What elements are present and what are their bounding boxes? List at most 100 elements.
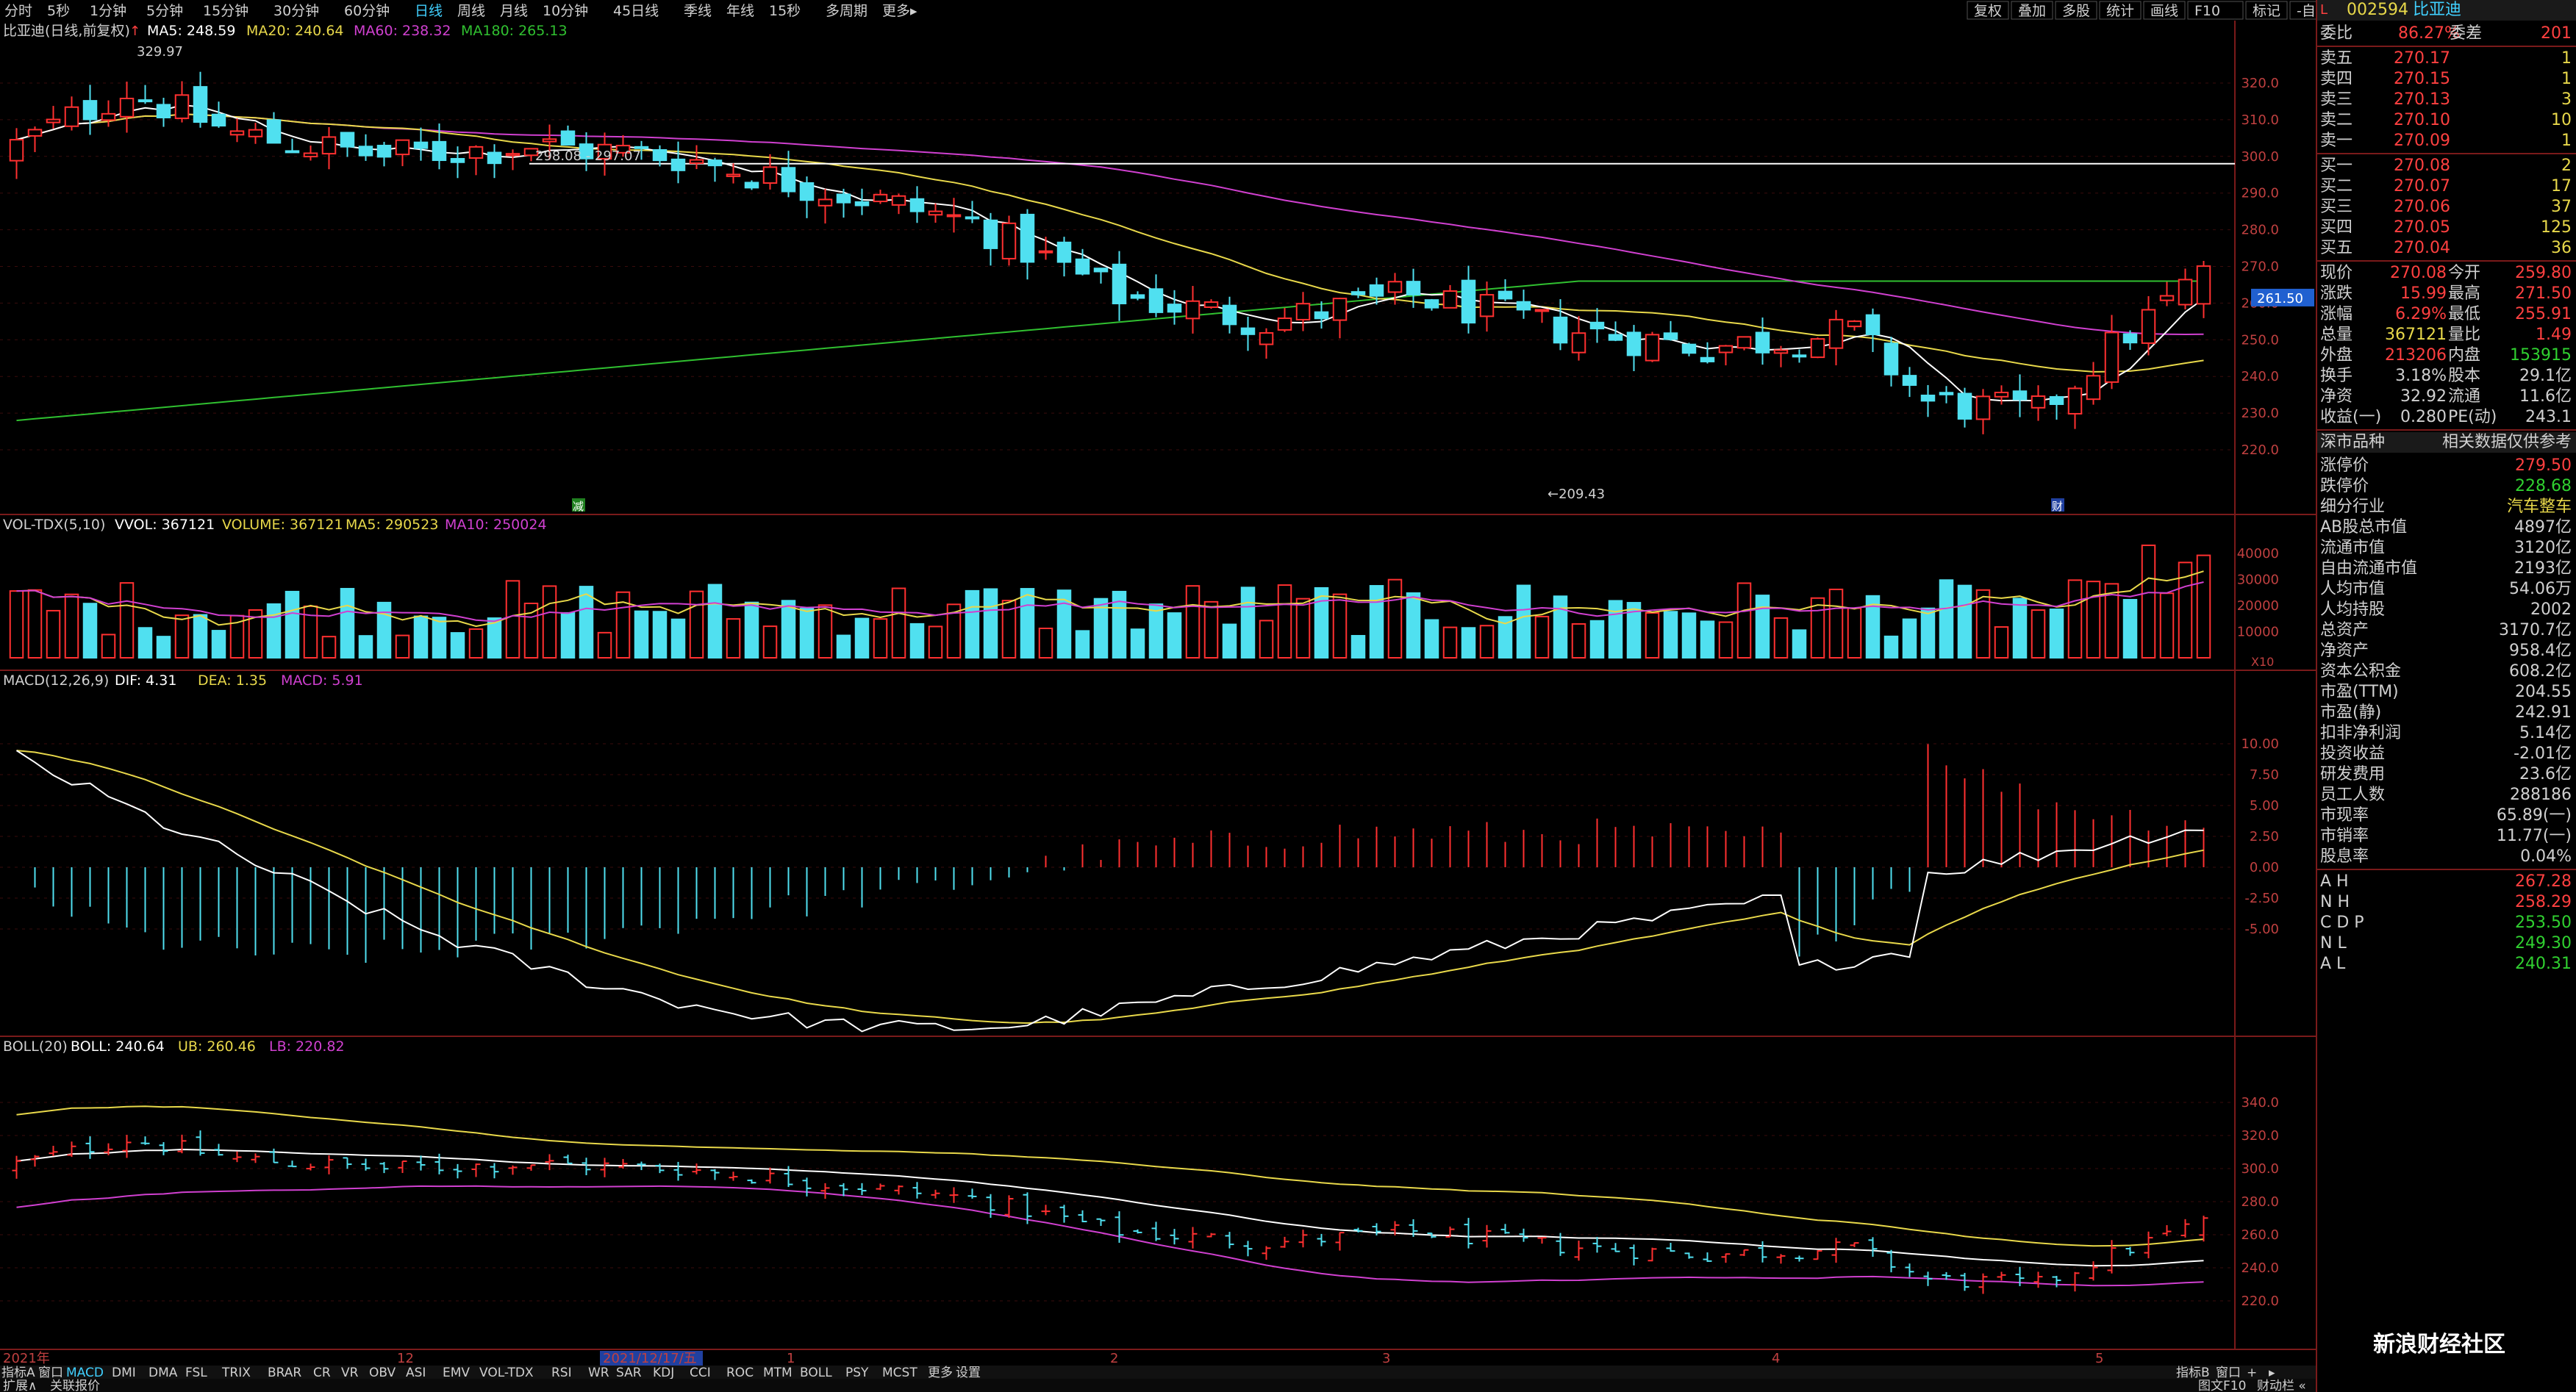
bottom-tab-13[interactable]: VOL-TDX <box>479 1366 534 1380</box>
related-value: 253.50 <box>2515 914 2572 932</box>
main-title: 比亚迪(日线,前复权) <box>3 23 130 39</box>
tool-btn-3[interactable]: 统计 <box>2106 3 2134 19</box>
bottom-tab-9[interactable]: VR <box>341 1366 359 1380</box>
volume-bar <box>1939 579 1954 659</box>
bid-volume: 17 <box>2551 177 2572 195</box>
candle-body <box>395 139 410 156</box>
tool-btn-5[interactable]: F10 <box>2194 3 2220 19</box>
status-left-0[interactable]: 扩展∧ <box>3 1379 37 1392</box>
quote-label: 收益(一) <box>2320 408 2382 426</box>
chart-svg[interactable]: 分时 5秒 1分钟 5分钟 15分钟 30分钟 60分钟 日线 周线 月线 10分钟 45日线 季线 年线… <box>0 0 2316 1392</box>
candle-body <box>1130 294 1145 299</box>
candle-body <box>1828 318 1844 349</box>
bottom-tab-20[interactable]: MTM <box>763 1366 793 1380</box>
tab-period-9[interactable]: 月线 <box>500 3 528 19</box>
bottom-tab-11[interactable]: ASI <box>406 1366 426 1380</box>
macd-axis-label: 7.50 <box>2250 767 2279 783</box>
volume-bar <box>1810 597 1825 659</box>
stat-label: 扣非净利润 <box>2320 724 2402 742</box>
volume-bar <box>358 635 373 659</box>
volume-bar <box>1148 603 1164 659</box>
macd-axis-label: 0.00 <box>2250 860 2279 875</box>
bottom-right-0[interactable]: 指标B <box>2176 1366 2210 1380</box>
wei-bi-row: 委比 86.27% 委差 201 <box>2317 24 2576 44</box>
candle-body <box>928 210 943 216</box>
bottom-tab-7[interactable]: BRAR <box>268 1366 301 1380</box>
tool-btn-0[interactable]: 复权 <box>1974 3 2002 19</box>
bottom-tab-25[interactable]: 设置 <box>956 1366 981 1380</box>
bottom-tab-15[interactable]: WR <box>588 1366 609 1380</box>
bottom-tab-21[interactable]: BOLL <box>800 1366 832 1380</box>
bottom-tab-16[interactable]: SAR <box>616 1366 642 1380</box>
volume-bar <box>909 623 925 659</box>
bottom-tab-19[interactable]: ROC <box>726 1366 754 1380</box>
tab-period-1[interactable]: 5秒 <box>47 3 70 19</box>
tab-period-12[interactable]: 季线 <box>684 3 712 19</box>
bottom-tab-14[interactable]: RSI <box>551 1366 572 1380</box>
quote-label-2: 流通 <box>2448 387 2481 406</box>
tool-btn-2[interactable]: 多股 <box>2062 3 2090 19</box>
bottom-tab-6[interactable]: TRIX <box>221 1366 251 1380</box>
tool-btn-4[interactable]: 画线 <box>2150 3 2178 19</box>
status-right-1[interactable]: 财动栏 « <box>2257 1379 2306 1392</box>
volume-bar <box>1718 621 1734 659</box>
tab-period-3[interactable]: 5分钟 <box>146 3 183 19</box>
tool-btn-7[interactable]: -自选 <box>2297 3 2316 19</box>
tab-period-14[interactable]: 15秒 <box>769 3 801 19</box>
tab-period-16[interactable]: 更多▸ <box>882 3 917 19</box>
related-label: N H <box>2320 893 2350 911</box>
bottom-tab-2[interactable]: MACD <box>66 1366 104 1380</box>
last-price-tag: 261.50 <box>2257 291 2303 306</box>
volume-bar <box>156 636 171 659</box>
volume-bar <box>1957 584 1972 659</box>
vol-axis-label: 10000 <box>2237 625 2279 640</box>
tab-period-7[interactable]: 日线 <box>415 3 443 19</box>
volume-bar <box>560 611 576 659</box>
bottom-right-3[interactable]: ▸ <box>2269 1366 2275 1380</box>
tab-period-0[interactable]: 分时 <box>4 3 32 19</box>
ask-volume: 1 <box>2561 132 2572 150</box>
status-right-0[interactable]: 图文F10 <box>2198 1379 2246 1392</box>
tab-period-4[interactable]: 15分钟 <box>203 3 248 19</box>
bottom-tab-12[interactable]: EMV <box>443 1366 470 1380</box>
tool-btn-6[interactable]: 标记 <box>2253 3 2280 19</box>
bottom-tab-8[interactable]: CR <box>313 1366 331 1380</box>
candle-body <box>1020 213 1035 263</box>
status-left-1[interactable]: 关联报价 <box>50 1379 100 1392</box>
quote-value-2: 29.1亿 <box>2519 367 2572 385</box>
boll-label-2: LB: 220.82 <box>269 1038 345 1055</box>
tab-period-11[interactable]: 45日线 <box>613 3 659 19</box>
bottom-tab-1[interactable]: 窗口 <box>38 1366 63 1380</box>
tab-period-15[interactable]: 多周期 <box>826 3 867 19</box>
bottom-tab-24[interactable]: 更多 <box>928 1366 953 1380</box>
tab-period-5[interactable]: 30分钟 <box>273 3 319 19</box>
volume-bar <box>1681 612 1697 659</box>
tab-period-8[interactable]: 周线 <box>457 3 485 19</box>
tab-period-2[interactable]: 1分钟 <box>90 3 126 19</box>
tab-period-13[interactable]: 年线 <box>726 3 754 19</box>
bottom-tab-18[interactable]: CCI <box>690 1366 711 1380</box>
volume-bar <box>2086 581 2101 659</box>
bottom-right-1[interactable]: 窗口 <box>2216 1366 2241 1380</box>
bottom-tab-5[interactable]: FSL <box>185 1366 207 1380</box>
bottom-tab-3[interactable]: DMI <box>112 1366 136 1380</box>
bottom-tab-23[interactable]: MCST <box>882 1366 917 1380</box>
bottom-tab-0[interactable]: 指标A <box>1 1366 35 1380</box>
ask-price: 270.13 <box>2394 90 2450 109</box>
tab-period-10[interactable]: 10分钟 <box>543 3 588 19</box>
tool-btn-1[interactable]: 叠加 <box>2018 3 2046 19</box>
stat-row: 市现率 65.89(一) <box>2317 806 2576 826</box>
main-ma-label-3: MA180: 265.13 <box>461 23 568 39</box>
tab-period-6[interactable]: 60分钟 <box>344 3 390 19</box>
volume-bar <box>1369 585 1384 659</box>
bottom-tab-4[interactable]: DMA <box>149 1366 178 1380</box>
stat-row: 涨停价 279.50 <box>2317 456 2576 476</box>
candle-body <box>82 100 98 121</box>
bottom-tab-10[interactable]: OBV <box>369 1366 396 1380</box>
bottom-right-2[interactable]: + <box>2247 1366 2257 1380</box>
candle-body <box>156 104 171 118</box>
chart-area[interactable]: 分时 5秒 1分钟 5分钟 15分钟 30分钟 60分钟 日线 周线 月线 10分钟 45日线 季线 年线… <box>0 0 2316 1392</box>
volume-bar <box>817 604 833 659</box>
bottom-tab-22[interactable]: PSY <box>845 1366 869 1380</box>
bottom-tab-17[interactable]: KDJ <box>653 1366 674 1380</box>
